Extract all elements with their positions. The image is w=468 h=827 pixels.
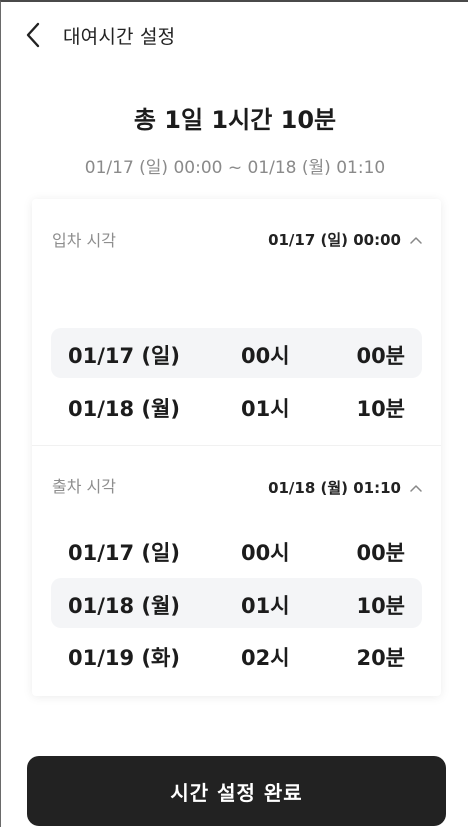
time-picker-card: 입차 시각 01/17 (일) 00:00 01/17 (일) 00시 00분 …	[32, 199, 441, 696]
pickup-row[interactable]: 01/18 (월) 01시 10분	[51, 381, 422, 431]
return-section: 출차 시각 01/18 (월) 01:10 01/17 (일) 00시 00분 …	[32, 446, 441, 696]
chevron-up-icon[interactable]	[409, 483, 423, 493]
minute-cell: 00분	[356, 344, 405, 368]
return-row-selected[interactable]: 01/18 (월) 01시 10분	[51, 578, 422, 628]
return-value[interactable]: 01/18 (월) 01:10	[268, 477, 401, 498]
return-row[interactable]: 01/17 (일) 00시 00분	[51, 525, 422, 575]
pickup-value[interactable]: 01/17 (일) 00:00	[268, 229, 401, 250]
page-title: 대여시간 설정	[63, 26, 176, 48]
return-row[interactable]: 01/19 (화) 02시 20분	[51, 630, 422, 680]
hour-cell: 02시	[241, 646, 290, 670]
hour-cell: 00시	[241, 541, 290, 565]
minute-cell: 00분	[356, 541, 405, 565]
date-cell: 01/18 (월)	[68, 594, 180, 618]
back-button[interactable]	[15, 18, 51, 52]
pickup-section: 입차 시각 01/17 (일) 00:00 01/17 (일) 00시 00분 …	[32, 199, 441, 444]
date-cell: 01/18 (월)	[68, 397, 180, 421]
hour-cell: 00시	[241, 344, 290, 368]
date-cell: 01/17 (일)	[68, 344, 180, 368]
chevron-up-icon[interactable]	[409, 235, 423, 245]
confirm-time-button[interactable]: 시간 설정 완료	[27, 756, 446, 826]
return-label: 출차 시각	[52, 477, 116, 496]
date-cell: 01/17 (일)	[68, 541, 180, 565]
minute-cell: 20분	[356, 646, 405, 670]
hour-cell: 01시	[241, 594, 290, 618]
minute-cell: 10분	[356, 594, 405, 618]
pickup-label: 입차 시각	[52, 231, 116, 250]
minute-cell: 10분	[356, 397, 405, 421]
hour-cell: 01시	[241, 397, 290, 421]
rental-range: 01/17 (일) 00:00 ~ 01/18 (월) 01:10	[84, 158, 386, 178]
header: 대여시간 설정	[1, 2, 468, 66]
date-cell: 01/19 (화)	[68, 646, 180, 670]
app-frame: 대여시간 설정 총 1일 1시간 10분 01/17 (일) 00:00 ~ 0…	[0, 0, 468, 827]
total-duration: 총 1일 1시간 10분	[133, 106, 337, 134]
chevron-left-icon	[26, 22, 40, 48]
pickup-row-selected[interactable]: 01/17 (일) 00시 00분	[51, 328, 422, 378]
